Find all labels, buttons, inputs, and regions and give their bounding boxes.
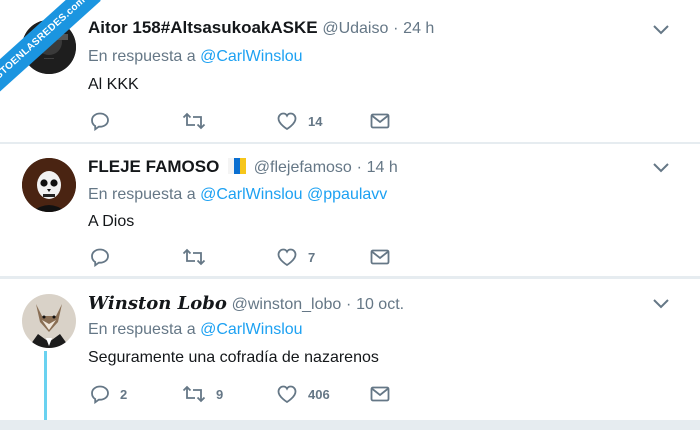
tweet-text: Seguramente una cofradía de nazarenos xyxy=(88,349,379,366)
tweet-actions: 7 xyxy=(88,246,408,268)
canary-islands-flag-icon xyxy=(228,158,247,174)
thread-connector-line xyxy=(44,351,47,420)
message-button[interactable] xyxy=(370,246,390,268)
user-handle[interactable]: @Udaiso xyxy=(322,20,388,37)
message-button[interactable] xyxy=(370,383,390,405)
reply-context: En respuesta a @CarlWinslou xyxy=(88,321,303,339)
reply-prefix: En respuesta a xyxy=(88,186,196,203)
tweet-feed: ····· Aitor 158#AltsasukoakASKE @Udaiso … xyxy=(0,0,700,430)
reply-icon xyxy=(91,112,109,131)
reply-mention[interactable]: @ppaulavv xyxy=(307,186,387,203)
envelope-icon xyxy=(370,249,390,265)
reply-context: En respuesta a @CarlWinslou @ppaulavv xyxy=(88,186,387,204)
like-count: 406 xyxy=(308,386,330,402)
reply-mention[interactable]: @CarlWinslou xyxy=(200,48,302,65)
chevron-down-icon[interactable] xyxy=(652,161,670,173)
reply-count: 2 xyxy=(120,386,128,402)
reply-button[interactable] xyxy=(90,110,120,132)
tweet-header: Aitor 158#AltsasukoakASKE @Udaiso · 24 h xyxy=(88,18,434,38)
like-button[interactable]: 406 xyxy=(276,383,330,405)
tweet[interactable]: Winston Lobo @winston_lobo · 10 oct. En … xyxy=(0,279,700,420)
timestamp[interactable]: 14 h xyxy=(367,159,398,176)
separator-dot: · xyxy=(346,296,352,313)
heart-icon xyxy=(277,248,297,267)
tweet-text: A Dios xyxy=(88,213,135,230)
tweet-header: Winston Lobo @winston_lobo · 10 oct. xyxy=(88,293,404,314)
like-button[interactable]: 7 xyxy=(276,246,315,268)
separator-dot: · xyxy=(356,159,362,176)
heart-icon xyxy=(277,385,297,404)
reply-icon xyxy=(91,385,109,404)
avatar[interactable] xyxy=(22,294,76,348)
retweet-button[interactable]: 9 xyxy=(182,383,223,405)
tweet[interactable]: FLEJE FAMOSO @flejefamoso · 14 h En resp… xyxy=(0,144,700,276)
like-count: 7 xyxy=(308,249,316,265)
envelope-icon xyxy=(370,113,390,129)
display-name[interactable]: FLEJE FAMOSO xyxy=(88,157,219,176)
tweet-actions: 2 9 406 xyxy=(88,383,408,405)
retweet-count: 9 xyxy=(216,386,224,402)
tweet-header: FLEJE FAMOSO @flejefamoso · 14 h xyxy=(88,157,398,177)
separator-dot: · xyxy=(393,20,399,37)
like-button[interactable]: 14 xyxy=(276,110,322,132)
reply-button[interactable]: 2 xyxy=(90,383,127,405)
retweet-icon xyxy=(182,112,206,130)
timestamp[interactable]: 24 h xyxy=(403,20,434,37)
retweet-button[interactable] xyxy=(182,110,216,132)
tweet-actions: 14 xyxy=(88,110,408,132)
reply-context: En respuesta a @CarlWinslou xyxy=(88,48,303,66)
display-name[interactable]: Aitor 158#AltsasukoakASKE xyxy=(88,18,318,37)
chevron-down-icon[interactable] xyxy=(652,23,670,35)
heart-icon xyxy=(277,112,297,131)
tweet[interactable]: ····· Aitor 158#AltsasukoakASKE @Udaiso … xyxy=(0,0,700,142)
retweet-button[interactable] xyxy=(182,246,216,268)
user-handle[interactable]: @winston_lobo xyxy=(232,296,342,313)
reply-icon xyxy=(91,248,109,267)
timestamp[interactable]: 10 oct. xyxy=(356,296,404,313)
retweet-icon xyxy=(182,385,206,403)
reply-mention[interactable]: @CarlWinslou xyxy=(200,186,302,203)
reply-button[interactable] xyxy=(90,246,120,268)
tweet-text: Al KKK xyxy=(88,76,139,93)
display-name[interactable]: Winston Lobo xyxy=(88,293,227,314)
chevron-down-icon[interactable] xyxy=(652,297,670,309)
svg-text:·····: ····· xyxy=(44,56,54,62)
reply-mention[interactable]: @CarlWinslou xyxy=(200,321,302,338)
message-button[interactable] xyxy=(370,110,390,132)
reply-prefix: En respuesta a xyxy=(88,321,196,338)
like-count: 14 xyxy=(308,113,323,129)
retweet-icon xyxy=(182,248,206,266)
reply-prefix: En respuesta a xyxy=(88,48,196,65)
envelope-icon xyxy=(370,386,390,402)
user-handle[interactable]: @flejefamoso xyxy=(254,159,352,176)
avatar[interactable] xyxy=(22,158,76,212)
